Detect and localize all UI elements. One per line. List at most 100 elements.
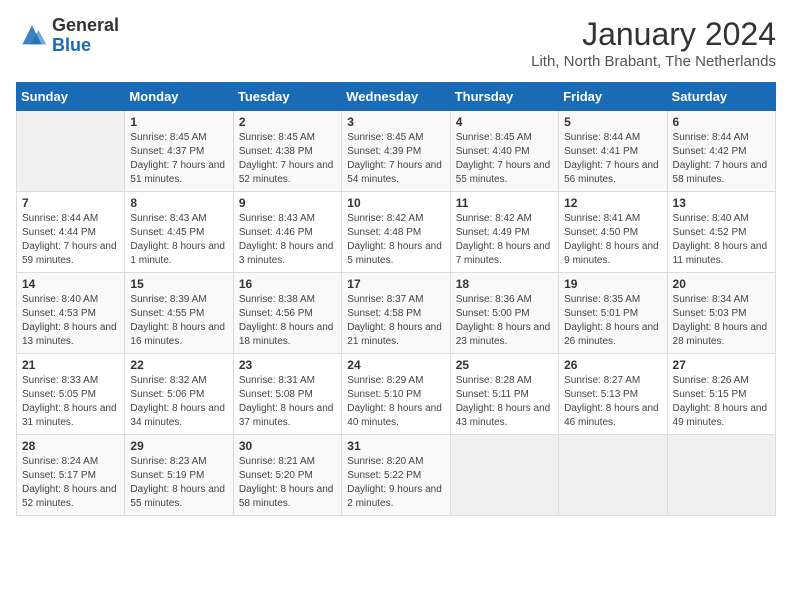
calendar-cell: 1 Sunrise: 8:45 AMSunset: 4:37 PMDayligh…	[125, 111, 233, 192]
calendar-cell: 24 Sunrise: 8:29 AMSunset: 5:10 PMDaylig…	[342, 354, 450, 435]
logo-text: General Blue	[52, 16, 119, 56]
month-title: January 2024	[531, 16, 776, 53]
day-info: Sunrise: 8:45 AMSunset: 4:39 PMDaylight:…	[347, 131, 444, 187]
header-saturday: Saturday	[667, 83, 775, 111]
day-info: Sunrise: 8:33 AMSunset: 5:05 PMDaylight:…	[22, 374, 119, 430]
day-info: Sunrise: 8:31 AMSunset: 5:08 PMDaylight:…	[239, 374, 336, 430]
calendar-cell: 27 Sunrise: 8:26 AMSunset: 5:15 PMDaylig…	[667, 354, 775, 435]
day-number: 24	[347, 358, 444, 372]
day-info: Sunrise: 8:34 AMSunset: 5:03 PMDaylight:…	[673, 293, 770, 349]
day-info: Sunrise: 8:45 AMSunset: 4:40 PMDaylight:…	[456, 131, 553, 187]
day-number: 17	[347, 277, 444, 291]
subtitle: Lith, North Brabant, The Netherlands	[531, 53, 776, 70]
week-row-0: 1 Sunrise: 8:45 AMSunset: 4:37 PMDayligh…	[17, 111, 776, 192]
day-number: 8	[130, 196, 227, 210]
calendar-cell: 31 Sunrise: 8:20 AMSunset: 5:22 PMDaylig…	[342, 435, 450, 516]
calendar-cell: 16 Sunrise: 8:38 AMSunset: 4:56 PMDaylig…	[233, 273, 341, 354]
day-info: Sunrise: 8:28 AMSunset: 5:11 PMDaylight:…	[456, 374, 553, 430]
calendar-cell: 21 Sunrise: 8:33 AMSunset: 5:05 PMDaylig…	[17, 354, 125, 435]
day-number: 11	[456, 196, 553, 210]
day-number: 7	[22, 196, 119, 210]
day-number: 3	[347, 115, 444, 129]
day-number: 23	[239, 358, 336, 372]
day-info: Sunrise: 8:29 AMSunset: 5:10 PMDaylight:…	[347, 374, 444, 430]
header-row: SundayMondayTuesdayWednesdayThursdayFrid…	[17, 83, 776, 111]
day-number: 9	[239, 196, 336, 210]
day-info: Sunrise: 8:45 AMSunset: 4:38 PMDaylight:…	[239, 131, 336, 187]
day-number: 14	[22, 277, 119, 291]
day-number: 31	[347, 439, 444, 453]
day-info: Sunrise: 8:44 AMSunset: 4:41 PMDaylight:…	[564, 131, 661, 187]
day-info: Sunrise: 8:21 AMSunset: 5:20 PMDaylight:…	[239, 455, 336, 511]
day-info: Sunrise: 8:40 AMSunset: 4:53 PMDaylight:…	[22, 293, 119, 349]
calendar-cell: 13 Sunrise: 8:40 AMSunset: 4:52 PMDaylig…	[667, 192, 775, 273]
day-info: Sunrise: 8:44 AMSunset: 4:42 PMDaylight:…	[673, 131, 770, 187]
day-info: Sunrise: 8:42 AMSunset: 4:48 PMDaylight:…	[347, 212, 444, 268]
day-number: 27	[673, 358, 770, 372]
calendar-cell: 25 Sunrise: 8:28 AMSunset: 5:11 PMDaylig…	[450, 354, 558, 435]
calendar-cell: 19 Sunrise: 8:35 AMSunset: 5:01 PMDaylig…	[559, 273, 667, 354]
day-info: Sunrise: 8:26 AMSunset: 5:15 PMDaylight:…	[673, 374, 770, 430]
header-sunday: Sunday	[17, 83, 125, 111]
day-number: 19	[564, 277, 661, 291]
day-number: 28	[22, 439, 119, 453]
page-header: General Blue January 2024 Lith, North Br…	[16, 16, 776, 70]
calendar-cell	[17, 111, 125, 192]
week-row-3: 21 Sunrise: 8:33 AMSunset: 5:05 PMDaylig…	[17, 354, 776, 435]
day-info: Sunrise: 8:24 AMSunset: 5:17 PMDaylight:…	[22, 455, 119, 511]
day-info: Sunrise: 8:20 AMSunset: 5:22 PMDaylight:…	[347, 455, 444, 511]
day-number: 12	[564, 196, 661, 210]
day-info: Sunrise: 8:38 AMSunset: 4:56 PMDaylight:…	[239, 293, 336, 349]
day-info: Sunrise: 8:45 AMSunset: 4:37 PMDaylight:…	[130, 131, 227, 187]
calendar-cell: 30 Sunrise: 8:21 AMSunset: 5:20 PMDaylig…	[233, 435, 341, 516]
calendar-cell: 10 Sunrise: 8:42 AMSunset: 4:48 PMDaylig…	[342, 192, 450, 273]
day-info: Sunrise: 8:43 AMSunset: 4:45 PMDaylight:…	[130, 212, 227, 268]
day-info: Sunrise: 8:39 AMSunset: 4:55 PMDaylight:…	[130, 293, 227, 349]
calendar-cell: 12 Sunrise: 8:41 AMSunset: 4:50 PMDaylig…	[559, 192, 667, 273]
header-monday: Monday	[125, 83, 233, 111]
day-number: 10	[347, 196, 444, 210]
day-number: 22	[130, 358, 227, 372]
day-info: Sunrise: 8:44 AMSunset: 4:44 PMDaylight:…	[22, 212, 119, 268]
calendar-cell: 28 Sunrise: 8:24 AMSunset: 5:17 PMDaylig…	[17, 435, 125, 516]
week-row-4: 28 Sunrise: 8:24 AMSunset: 5:17 PMDaylig…	[17, 435, 776, 516]
calendar-cell: 22 Sunrise: 8:32 AMSunset: 5:06 PMDaylig…	[125, 354, 233, 435]
day-number: 13	[673, 196, 770, 210]
calendar-cell	[450, 435, 558, 516]
day-info: Sunrise: 8:37 AMSunset: 4:58 PMDaylight:…	[347, 293, 444, 349]
logo-icon	[16, 22, 48, 50]
logo: General Blue	[16, 16, 119, 56]
day-number: 15	[130, 277, 227, 291]
calendar-cell: 8 Sunrise: 8:43 AMSunset: 4:45 PMDayligh…	[125, 192, 233, 273]
calendar-cell: 4 Sunrise: 8:45 AMSunset: 4:40 PMDayligh…	[450, 111, 558, 192]
calendar-cell: 6 Sunrise: 8:44 AMSunset: 4:42 PMDayligh…	[667, 111, 775, 192]
day-number: 29	[130, 439, 227, 453]
day-info: Sunrise: 8:43 AMSunset: 4:46 PMDaylight:…	[239, 212, 336, 268]
day-info: Sunrise: 8:23 AMSunset: 5:19 PMDaylight:…	[130, 455, 227, 511]
day-number: 30	[239, 439, 336, 453]
calendar-cell: 26 Sunrise: 8:27 AMSunset: 5:13 PMDaylig…	[559, 354, 667, 435]
day-number: 4	[456, 115, 553, 129]
calendar-cell: 17 Sunrise: 8:37 AMSunset: 4:58 PMDaylig…	[342, 273, 450, 354]
calendar-cell: 3 Sunrise: 8:45 AMSunset: 4:39 PMDayligh…	[342, 111, 450, 192]
calendar-cell: 23 Sunrise: 8:31 AMSunset: 5:08 PMDaylig…	[233, 354, 341, 435]
calendar-cell: 7 Sunrise: 8:44 AMSunset: 4:44 PMDayligh…	[17, 192, 125, 273]
calendar-table: SundayMondayTuesdayWednesdayThursdayFrid…	[16, 82, 776, 516]
header-tuesday: Tuesday	[233, 83, 341, 111]
day-info: Sunrise: 8:27 AMSunset: 5:13 PMDaylight:…	[564, 374, 661, 430]
day-number: 21	[22, 358, 119, 372]
day-number: 18	[456, 277, 553, 291]
calendar-cell: 29 Sunrise: 8:23 AMSunset: 5:19 PMDaylig…	[125, 435, 233, 516]
day-number: 25	[456, 358, 553, 372]
day-info: Sunrise: 8:42 AMSunset: 4:49 PMDaylight:…	[456, 212, 553, 268]
day-number: 26	[564, 358, 661, 372]
day-number: 1	[130, 115, 227, 129]
day-info: Sunrise: 8:40 AMSunset: 4:52 PMDaylight:…	[673, 212, 770, 268]
day-number: 16	[239, 277, 336, 291]
calendar-cell: 9 Sunrise: 8:43 AMSunset: 4:46 PMDayligh…	[233, 192, 341, 273]
day-info: Sunrise: 8:36 AMSunset: 5:00 PMDaylight:…	[456, 293, 553, 349]
day-info: Sunrise: 8:32 AMSunset: 5:06 PMDaylight:…	[130, 374, 227, 430]
week-row-1: 7 Sunrise: 8:44 AMSunset: 4:44 PMDayligh…	[17, 192, 776, 273]
calendar-cell: 15 Sunrise: 8:39 AMSunset: 4:55 PMDaylig…	[125, 273, 233, 354]
day-info: Sunrise: 8:35 AMSunset: 5:01 PMDaylight:…	[564, 293, 661, 349]
